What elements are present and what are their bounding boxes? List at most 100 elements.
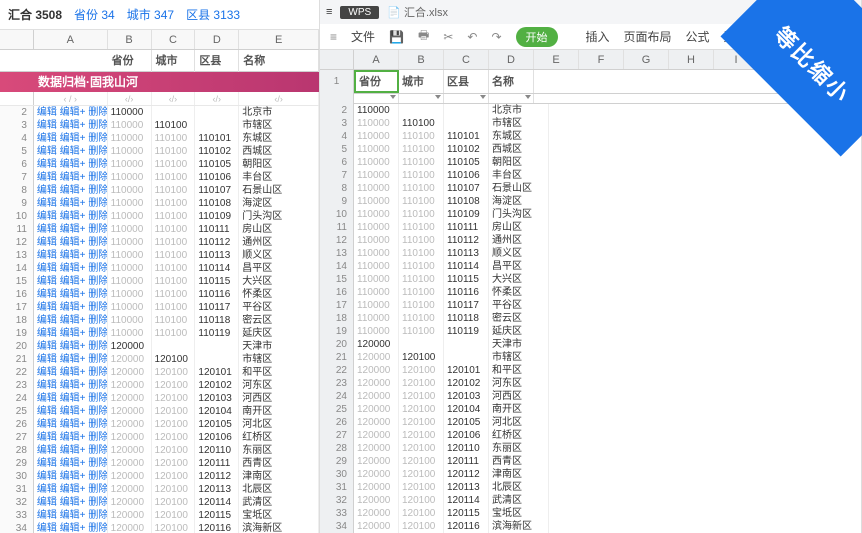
row-num[interactable]: 9 — [0, 197, 34, 210]
cell-D[interactable]: 河北区 — [489, 416, 549, 429]
cell-A[interactable]: 110000 — [354, 156, 399, 169]
row-num[interactable]: 11 — [0, 223, 34, 236]
name-cell[interactable]: 北京市 — [239, 106, 319, 119]
city-cell[interactable]: 110100 — [152, 184, 196, 197]
cell-B[interactable]: 110100 — [399, 130, 444, 143]
editplus-link[interactable]: 编辑+ — [60, 367, 86, 378]
cell-B[interactable] — [399, 338, 444, 351]
cell-A[interactable]: 120000 — [354, 468, 399, 481]
edit-link[interactable]: 编辑 — [37, 406, 57, 417]
cell-D[interactable]: 丰台区 — [489, 169, 549, 182]
province-cell[interactable]: 120000 — [108, 353, 152, 366]
cell-D[interactable]: 延庆区 — [489, 325, 549, 338]
cell-C[interactable]: 120116 — [444, 520, 489, 533]
ctl-B[interactable]: ‹/› — [108, 92, 152, 105]
hdr-name[interactable]: 名称 — [239, 50, 319, 72]
edit-link[interactable]: 编辑 — [37, 172, 57, 183]
row-num[interactable]: 22 — [320, 364, 354, 377]
row-num[interactable]: 29 — [320, 455, 354, 468]
menu-item[interactable]: 公式 — [686, 30, 710, 44]
editplus-link[interactable]: 编辑+ — [60, 289, 86, 300]
editplus-link[interactable]: 编辑+ — [60, 380, 86, 391]
cell-A[interactable]: 120000 — [354, 494, 399, 507]
editplus-link[interactable]: 编辑+ — [60, 250, 86, 261]
province-cell[interactable]: 110000 — [108, 314, 152, 327]
county-cell[interactable]: 110119 — [195, 327, 239, 340]
cell-B[interactable]: 110100 — [399, 169, 444, 182]
province-cell[interactable]: 120000 — [108, 392, 152, 405]
name-cell[interactable]: 顺义区 — [239, 249, 319, 262]
county-cell[interactable]: 120114 — [195, 496, 239, 509]
row-num[interactable]: 33 — [0, 509, 34, 522]
name-cell[interactable]: 河北区 — [239, 418, 319, 431]
delete-link[interactable]: 删除 — [88, 289, 107, 300]
row-num[interactable]: 18 — [320, 312, 354, 325]
cell-C[interactable]: 120102 — [444, 377, 489, 390]
name-cell[interactable]: 丰台区 — [239, 171, 319, 184]
row-num[interactable]: 30 — [0, 470, 34, 483]
cell-C[interactable]: 110116 — [444, 286, 489, 299]
editplus-link[interactable]: 编辑+ — [60, 328, 86, 339]
city-cell[interactable]: 110100 — [152, 314, 196, 327]
row-num[interactable]: 18 — [0, 314, 34, 327]
name-cell[interactable]: 天津市 — [239, 340, 319, 353]
ctl-C[interactable]: ‹/› — [152, 92, 196, 105]
city-cell[interactable]: 110100 — [152, 275, 196, 288]
county-cell[interactable]: 120105 — [195, 418, 239, 431]
cell-A[interactable]: 120000 — [354, 520, 399, 533]
province-cell[interactable]: 120000 — [108, 444, 152, 457]
cell-A[interactable]: 110000 — [354, 247, 399, 260]
row-num[interactable]: 10 — [0, 210, 34, 223]
editplus-link[interactable]: 编辑+ — [60, 315, 86, 326]
cell-B[interactable]: 110100 — [399, 221, 444, 234]
cell-D[interactable]: 南开区 — [489, 403, 549, 416]
city-cell[interactable]: 120100 — [152, 457, 196, 470]
city-cell[interactable]: 110100 — [152, 223, 196, 236]
cell-C[interactable]: 120104 — [444, 403, 489, 416]
row-num[interactable]: 33 — [320, 507, 354, 520]
province-cell[interactable]: 110000 — [108, 301, 152, 314]
cell-B[interactable]: 110100 — [399, 286, 444, 299]
row-num[interactable]: 9 — [320, 195, 354, 208]
cell-B[interactable]: 120100 — [399, 455, 444, 468]
hamburger-icon[interactable]: ≡ — [326, 6, 332, 18]
name-cell[interactable]: 红桥区 — [239, 431, 319, 444]
cell-A[interactable]: 120000 — [354, 377, 399, 390]
row-num[interactable]: 7 — [320, 169, 354, 182]
cell-B[interactable]: 110100 — [399, 182, 444, 195]
province-cell[interactable]: 110000 — [108, 210, 152, 223]
menu-icon[interactable]: ≡ — [330, 30, 337, 44]
province-cell[interactable]: 110000 — [108, 184, 152, 197]
cell-C[interactable]: 120112 — [444, 468, 489, 481]
row-num[interactable]: 28 — [0, 444, 34, 457]
county-cell[interactable]: 120116 — [195, 522, 239, 533]
menu-file[interactable]: 文件 — [351, 28, 375, 45]
delete-link[interactable]: 删除 — [88, 445, 107, 456]
delete-link[interactable]: 删除 — [88, 341, 107, 352]
edit-link[interactable]: 编辑 — [37, 510, 57, 521]
editplus-link[interactable]: 编辑+ — [60, 510, 86, 521]
edit-link[interactable]: 编辑 — [37, 523, 57, 533]
cell-D[interactable]: 怀柔区 — [489, 286, 549, 299]
col-H[interactable]: H — [669, 50, 714, 69]
city-cell[interactable]: 120100 — [152, 431, 196, 444]
cell-B[interactable]: 120100 — [399, 403, 444, 416]
city-cell[interactable]: 110100 — [152, 145, 196, 158]
edit-link[interactable]: 编辑 — [37, 198, 57, 209]
province-cell[interactable]: 120000 — [108, 483, 152, 496]
name-cell[interactable]: 河东区 — [239, 379, 319, 392]
cell-D[interactable]: 门头沟区 — [489, 208, 549, 221]
cell-C[interactable]: 110105 — [444, 156, 489, 169]
row-num[interactable]: 32 — [320, 494, 354, 507]
editplus-link[interactable]: 编辑+ — [60, 302, 86, 313]
cell-A[interactable]: 120000 — [354, 338, 399, 351]
county-cell[interactable]: 110107 — [195, 184, 239, 197]
row-num[interactable]: 34 — [0, 522, 34, 533]
row-num[interactable]: 5 — [320, 143, 354, 156]
cell-A[interactable]: 110000 — [354, 130, 399, 143]
editplus-link[interactable]: 编辑+ — [60, 146, 86, 157]
delete-link[interactable]: 删除 — [88, 432, 107, 443]
cell-A[interactable]: 120000 — [354, 416, 399, 429]
province-cell[interactable]: 110000 — [108, 145, 152, 158]
edit-link[interactable]: 编辑 — [37, 133, 57, 144]
